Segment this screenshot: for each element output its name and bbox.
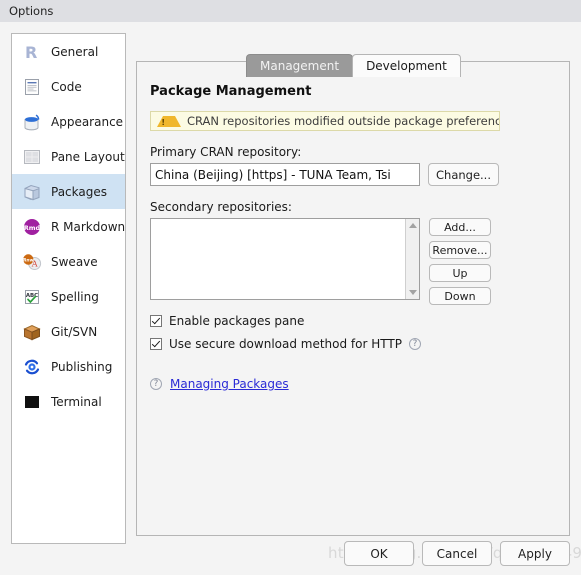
svg-text:Rnw: Rnw xyxy=(23,257,34,263)
primary-repo-input[interactable]: China (Beijing) [https] - TUNA Team, Tsi xyxy=(150,163,420,186)
carton-box-icon xyxy=(22,322,42,342)
terminal-icon xyxy=(22,392,42,412)
sidebar-item-git-svn[interactable]: Git/SVN xyxy=(12,314,125,349)
publish-icon xyxy=(22,357,42,377)
sidebar-item-label: Code xyxy=(51,79,82,94)
warning-triangle-icon xyxy=(157,115,181,127)
managing-packages-link-row[interactable]: ? Managing Packages xyxy=(150,377,554,391)
sidebar-item-r-markdown[interactable]: Rmd R Markdown xyxy=(12,209,125,244)
checkbox-group: Enable packages pane Use secure download … xyxy=(150,314,554,351)
warning-text: CRAN repositories modified outside packa… xyxy=(187,114,499,128)
svg-text:ABC: ABC xyxy=(26,293,38,299)
sidebar-item-label: Appearance xyxy=(51,114,124,129)
cancel-button[interactable]: Cancel xyxy=(422,541,492,566)
list-scrollbar[interactable] xyxy=(405,219,419,299)
sidebar-item-label: R Markdown xyxy=(51,219,126,234)
paint-bucket-icon xyxy=(22,112,42,132)
secondary-repos-row: Add... Remove... Up Down xyxy=(150,218,554,305)
scroll-down-arrow-icon[interactable] xyxy=(409,290,417,295)
sidebar-item-label: Spelling xyxy=(51,289,99,304)
sidebar-item-label: Pane Layout xyxy=(51,149,125,164)
managing-packages-link[interactable]: Managing Packages xyxy=(170,377,289,391)
change-repo-button[interactable]: Change... xyxy=(428,163,499,186)
window-titlebar: Options xyxy=(0,0,581,22)
page-title: Package Management xyxy=(150,84,312,99)
cran-warning-banner: CRAN repositories modified outside packa… xyxy=(150,111,500,131)
package-box-icon xyxy=(22,182,42,202)
primary-repo-label: Primary CRAN repository: xyxy=(150,145,302,159)
sidebar-item-appearance[interactable]: Appearance xyxy=(12,104,125,139)
help-circle-icon[interactable]: ? xyxy=(408,338,421,350)
svg-text:R: R xyxy=(25,43,37,62)
dialog-footer-buttons: OK Cancel Apply xyxy=(344,541,570,566)
abc-check-icon: ABC xyxy=(22,287,42,307)
checkbox-label: Use secure download method for HTTP xyxy=(169,337,402,351)
options-dialog: R General Code Appearance Pane Layout Package… xyxy=(0,22,581,575)
sidebar-item-label: Packages xyxy=(51,184,107,199)
sidebar-item-label: General xyxy=(51,44,99,59)
options-category-sidebar[interactable]: R General Code Appearance Pane Layout Package… xyxy=(11,33,126,544)
tab-management[interactable]: Management xyxy=(246,54,354,77)
window-title: Options xyxy=(9,4,54,18)
secondary-repos-buttons: Add... Remove... Up Down xyxy=(429,218,491,305)
document-icon xyxy=(22,77,42,97)
sidebar-item-packages[interactable]: Packages xyxy=(12,174,125,209)
checkbox-row[interactable]: Enable packages pane xyxy=(150,314,554,328)
sidebar-item-sweave[interactable]: A Rnw Sweave xyxy=(12,244,125,279)
tab-strip[interactable]: Management Development xyxy=(246,54,461,77)
sidebar-item-label: Git/SVN xyxy=(51,324,98,339)
sidebar-item-spelling[interactable]: ABC Spelling xyxy=(12,279,125,314)
secondary-repos-label: Secondary repositories: xyxy=(150,200,292,214)
apply-button[interactable]: Apply xyxy=(500,541,570,566)
sidebar-item-label: Sweave xyxy=(51,254,98,269)
primary-repo-row: China (Beijing) [https] - TUNA Team, Tsi… xyxy=(150,163,554,186)
scroll-up-arrow-icon[interactable] xyxy=(409,223,417,228)
remove-repo-button[interactable]: Remove... xyxy=(429,241,491,259)
sidebar-item-label: Terminal xyxy=(51,394,102,409)
checkbox-use-secure-download-method-for-http[interactable] xyxy=(150,338,162,350)
grid-panes-icon xyxy=(22,147,42,167)
checkbox-row[interactable]: Use secure download method for HTTP? xyxy=(150,337,554,351)
secondary-repos-list[interactable] xyxy=(150,218,420,300)
sweave-pdf-icon: A Rnw xyxy=(22,252,42,272)
svg-text:Rmd: Rmd xyxy=(24,224,41,232)
tab-development[interactable]: Development xyxy=(352,54,461,77)
sidebar-item-publishing[interactable]: Publishing xyxy=(12,349,125,384)
ok-button[interactable]: OK xyxy=(344,541,414,566)
sidebar-item-terminal[interactable]: Terminal xyxy=(12,384,125,419)
add-repo-button[interactable]: Add... xyxy=(429,218,491,236)
r-logo-icon: R xyxy=(22,42,42,62)
up-repo-button[interactable]: Up xyxy=(429,264,491,282)
sidebar-item-label: Publishing xyxy=(51,359,113,374)
checkbox-label: Enable packages pane xyxy=(169,314,305,328)
sidebar-item-general[interactable]: R General xyxy=(12,34,125,69)
rmd-circle-icon: Rmd xyxy=(22,217,42,237)
checkbox-enable-packages-pane[interactable] xyxy=(150,315,162,327)
down-repo-button[interactable]: Down xyxy=(429,287,491,305)
help-circle-icon: ? xyxy=(150,378,162,390)
sidebar-item-pane-layout[interactable]: Pane Layout xyxy=(12,139,125,174)
sidebar-item-code[interactable]: Code xyxy=(12,69,125,104)
pane-content: Package Management CRAN repositories mod… xyxy=(150,84,554,391)
